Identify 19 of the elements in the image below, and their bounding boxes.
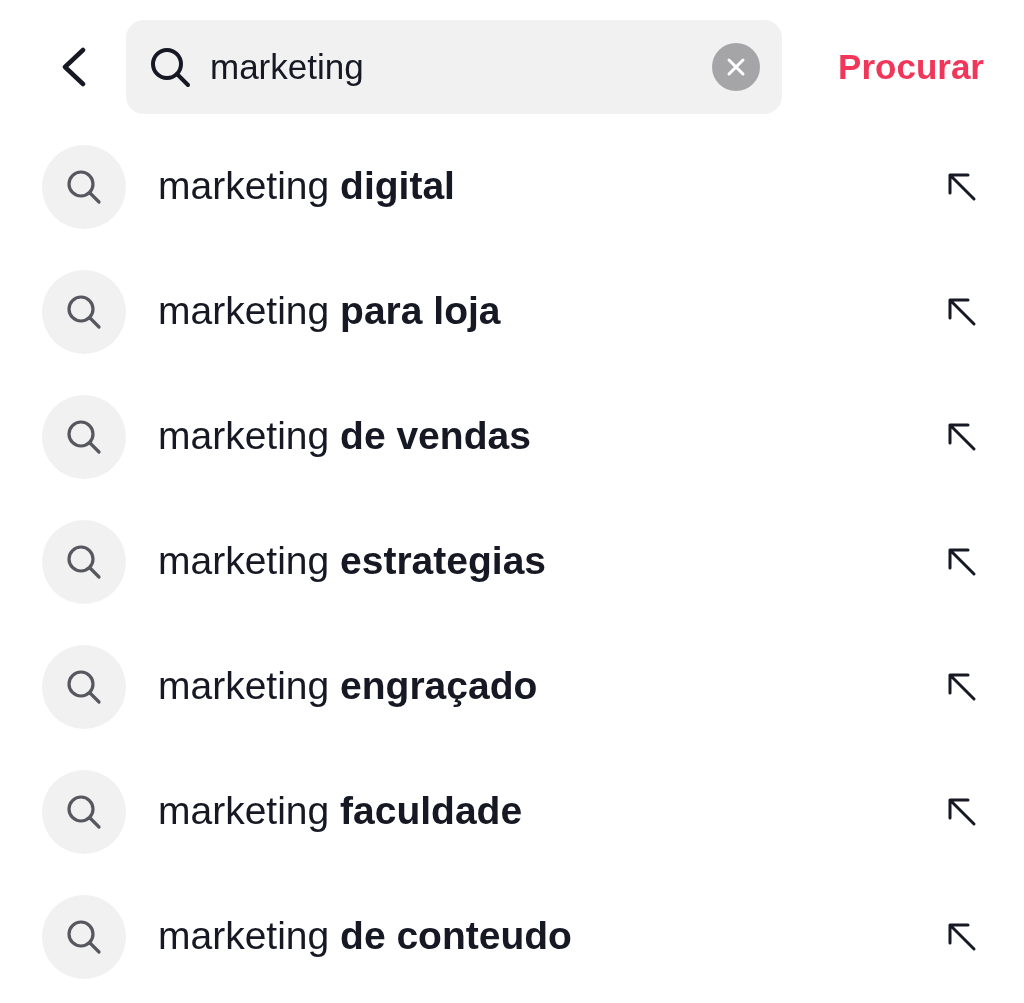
suggestion-text: marketing de vendas <box>158 413 531 460</box>
search-bar[interactable]: marketing <box>126 20 782 114</box>
suggestion-item[interactable]: marketing faculdade <box>0 749 1024 874</box>
suggestion-item[interactable]: marketing digital <box>0 124 1024 249</box>
suggestion-text: marketing para loja <box>158 288 501 335</box>
suggestion-text: marketing digital <box>158 163 455 210</box>
suggestion-text: marketing faculdade <box>158 788 523 835</box>
search-icon <box>148 45 192 89</box>
suggestion-text: marketing de conteudo <box>158 913 572 960</box>
suggestion-item[interactable]: marketing estrategias <box>0 499 1024 624</box>
suggestion-item[interactable]: marketing de vendas <box>0 374 1024 499</box>
suggestion-item[interactable]: marketing de conteudo <box>0 874 1024 999</box>
suggestion-item[interactable]: marketing engraçado <box>0 624 1024 749</box>
search-button[interactable]: Procurar <box>838 40 984 94</box>
suggestion-text: marketing engraçado <box>158 663 538 710</box>
search-field[interactable]: marketing <box>210 40 712 94</box>
suggestion-text: marketing estrategias <box>158 538 547 585</box>
suggestion-item[interactable]: marketing para loja <box>0 249 1024 374</box>
close-icon <box>726 57 746 77</box>
